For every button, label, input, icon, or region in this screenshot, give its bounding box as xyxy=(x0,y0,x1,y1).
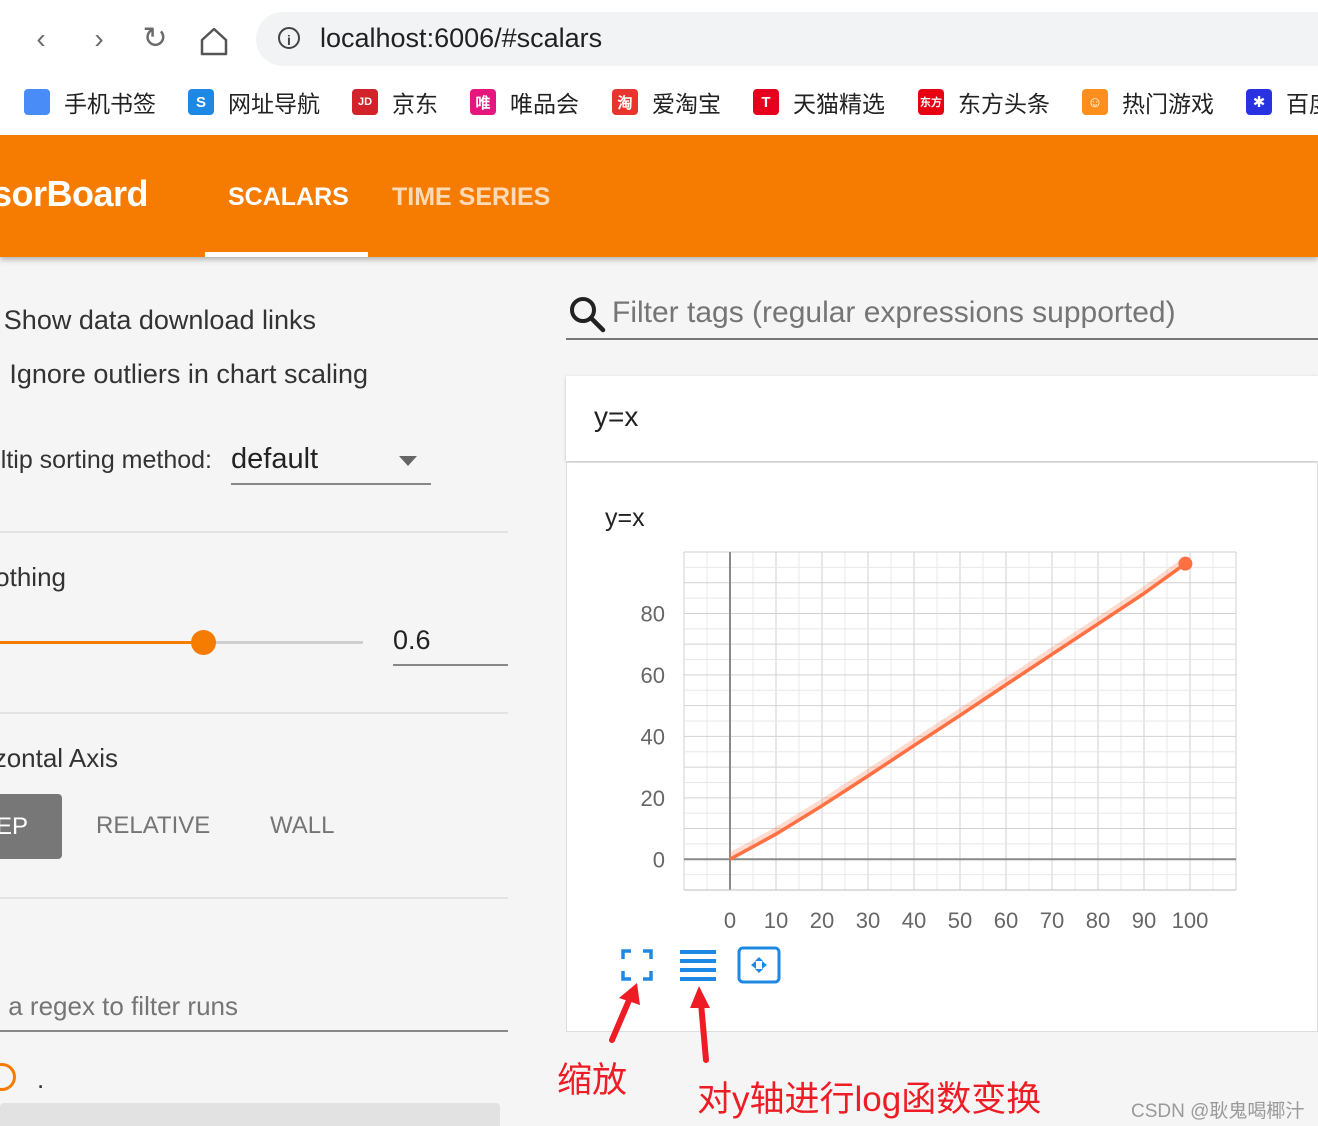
watermark: CSDN @耿鬼喝椰汁 xyxy=(1131,1101,1305,1122)
annotation-arrows xyxy=(609,983,710,1063)
zoom-annotation: 缩放 xyxy=(557,1061,628,1100)
log-annotation: 对y轴进行log函数变换 xyxy=(697,1080,1042,1119)
